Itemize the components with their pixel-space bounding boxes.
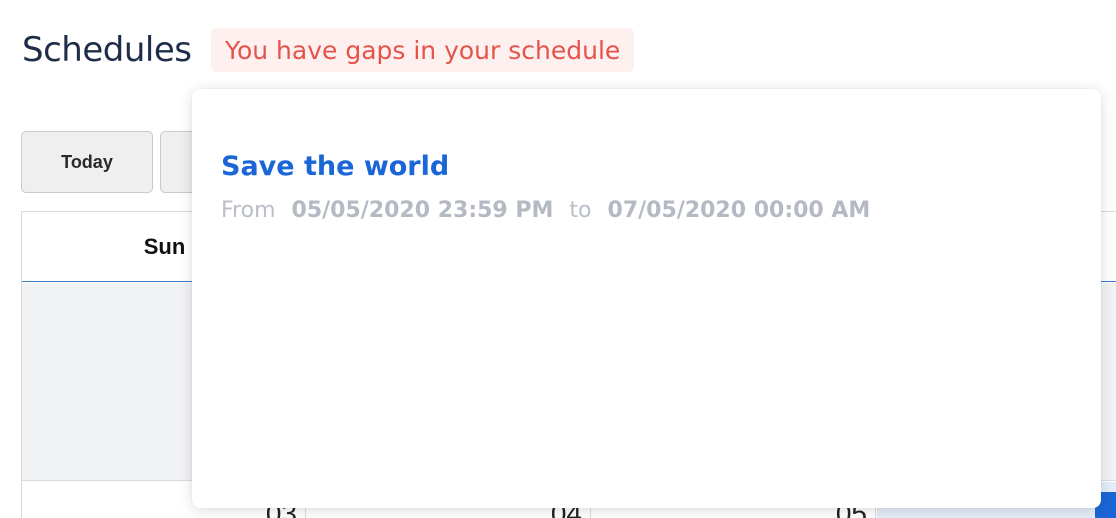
today-button[interactable]: Today (21, 131, 153, 193)
schedule-gap-warning-badge: You have gaps in your schedule (211, 28, 635, 72)
event-details-popover: Save the world From 05/05/2020 23:59 PM to… (192, 89, 1101, 508)
to-value: 07/05/2020 00:00 AM (607, 198, 871, 223)
to-label: to (569, 198, 592, 223)
schedules-page: Schedules You have gaps in your schedule… (0, 0, 1116, 518)
from-value: 05/05/2020 23:59 PM (291, 198, 554, 223)
page-title: Schedules (22, 30, 192, 70)
event-date-range: From 05/05/2020 23:59 PM to 07/05/2020 00:0… (221, 198, 870, 223)
event-title[interactable]: Save the world (221, 151, 449, 182)
from-label: From (221, 198, 276, 223)
